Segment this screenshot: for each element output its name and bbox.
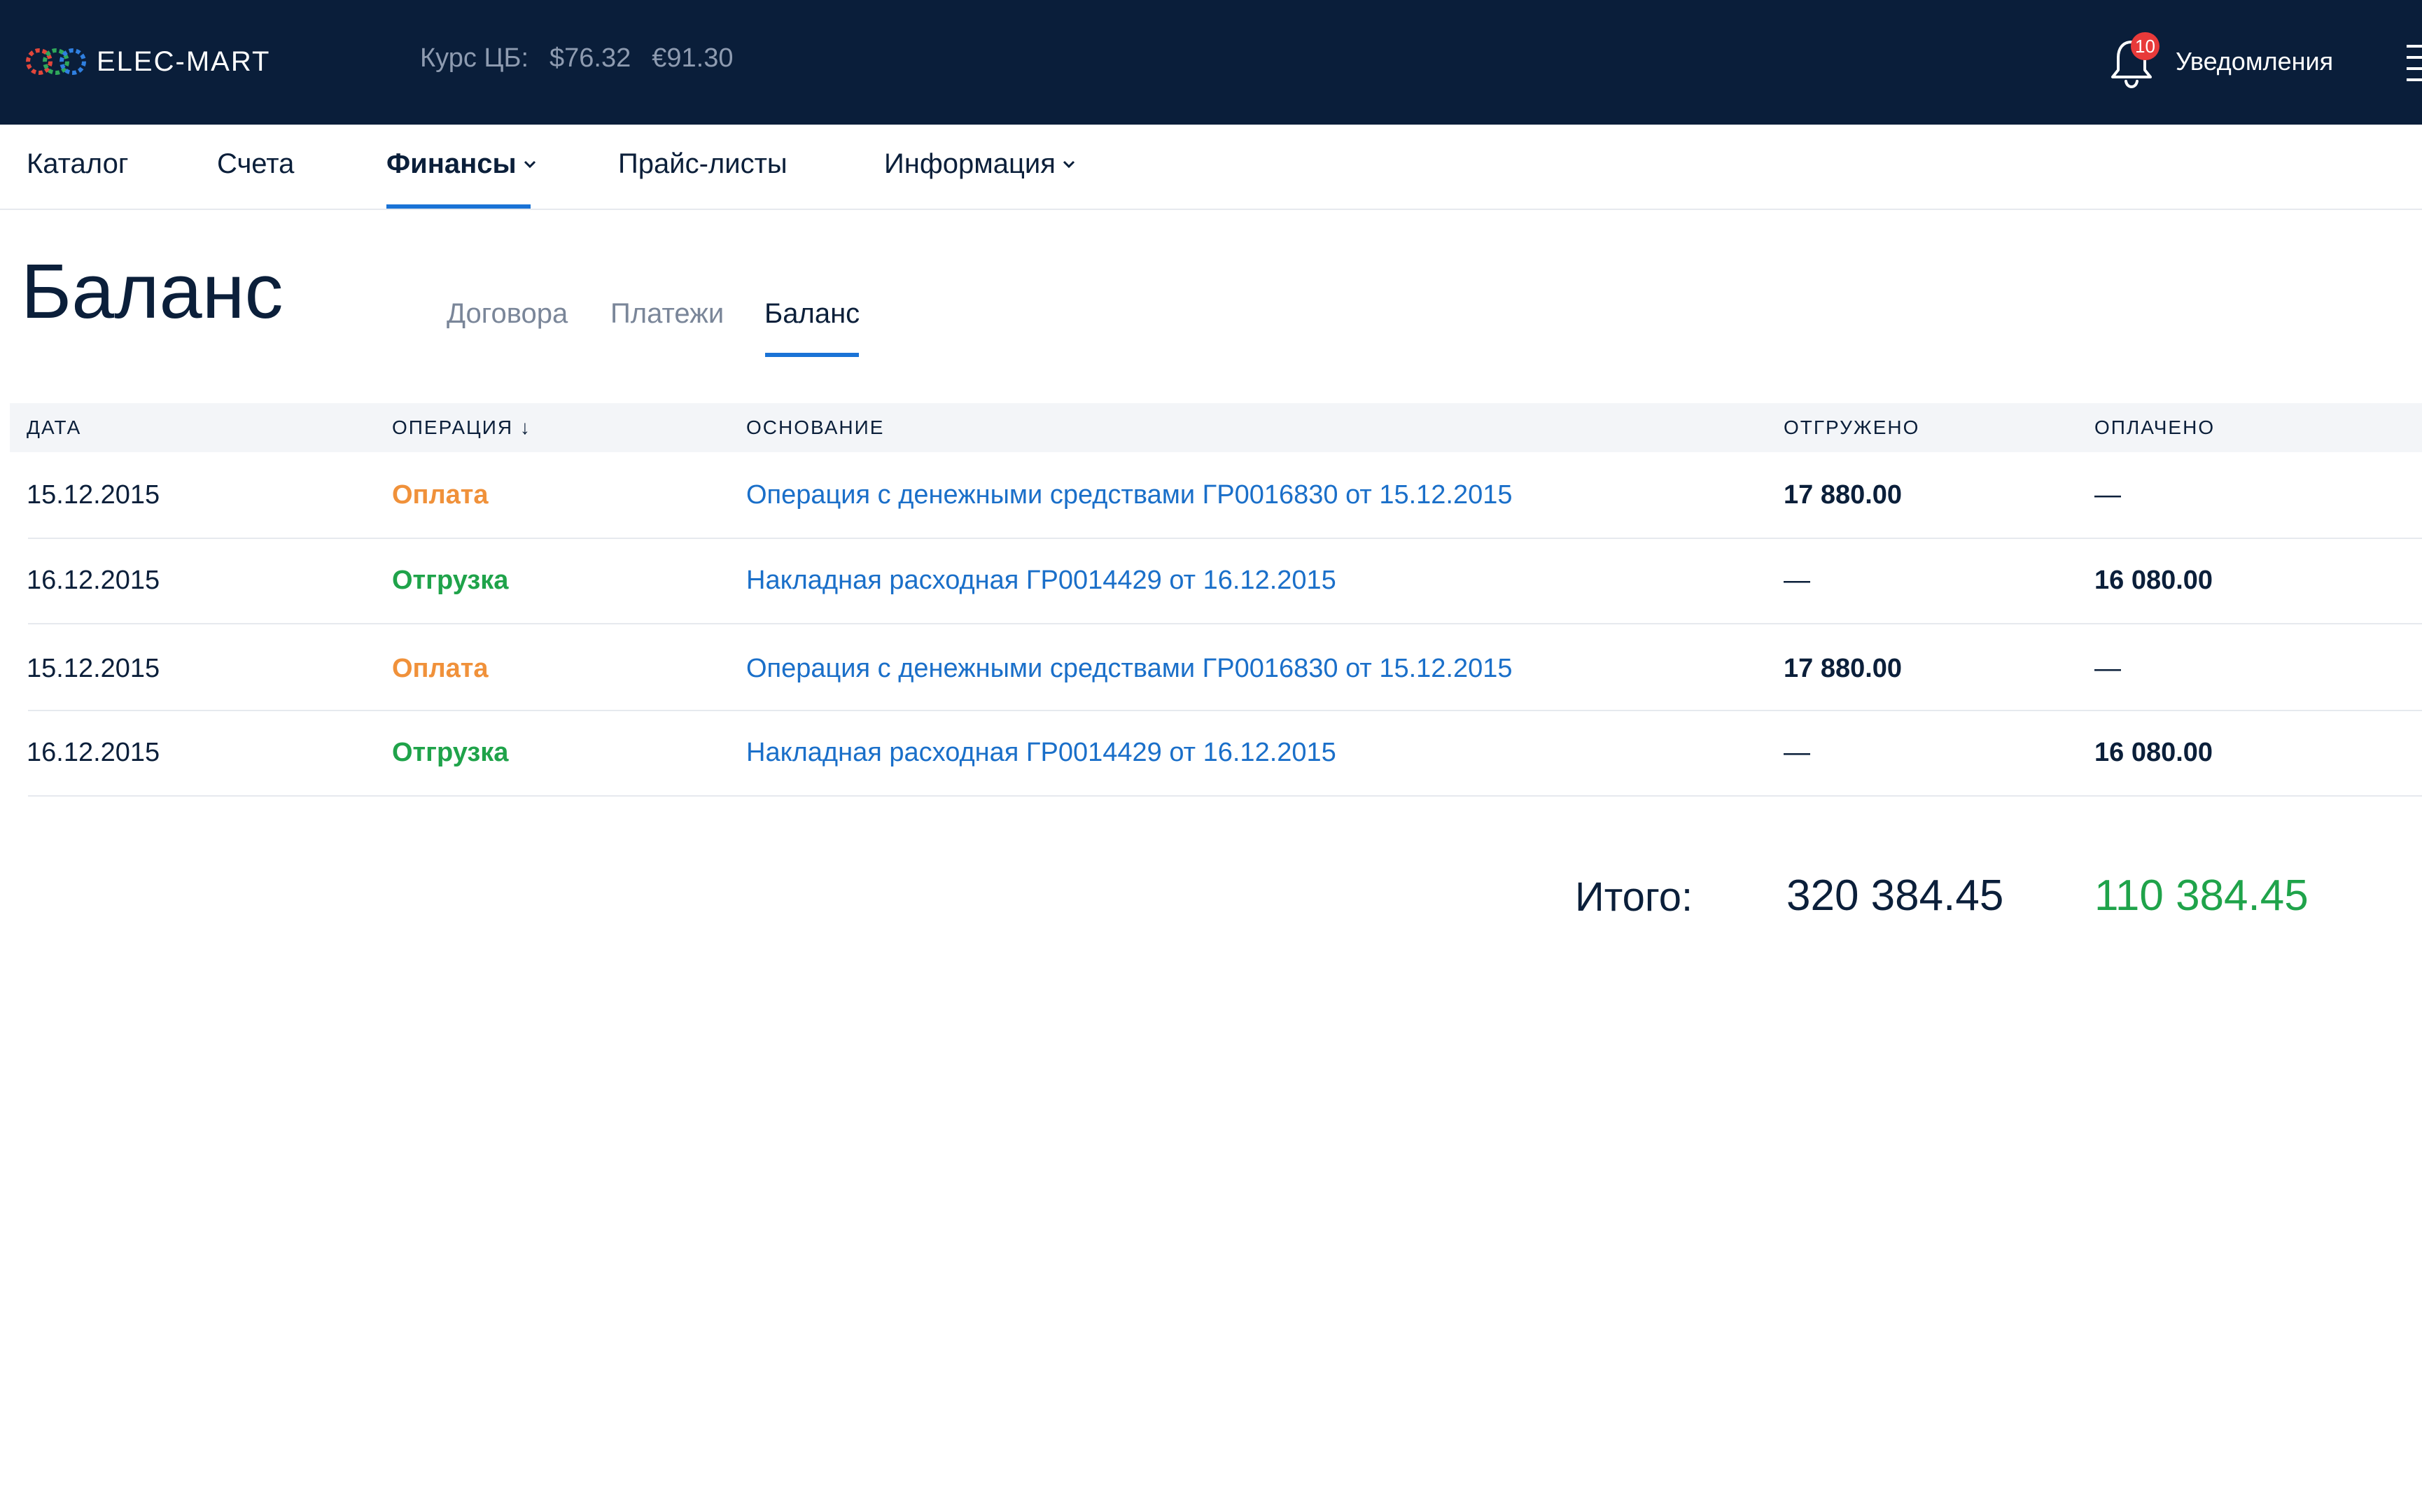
cell-operation: Отгрузка (392, 566, 509, 595)
cell-basis-link[interactable]: Накладная расходная ГР0014429 от 16.12.2… (746, 566, 1336, 596)
notifications-badge: 10 (2131, 32, 2160, 60)
rate-usd: $76.32 (550, 43, 631, 73)
cell-date: 16.12.2015 (27, 566, 160, 595)
notifications-button[interactable]: 10 Уведомления (2107, 32, 2334, 90)
table-header: ДАТА ОПЕРАЦИЯ ↓ ОСНОВАНИЕ ОТГРУЖЕНО ОПЛА… (10, 403, 2422, 452)
table-row: 16.12.2015 Отгрузка Накладная расходная … (27, 539, 2422, 624)
tab-payments[interactable]: Платежи (610, 298, 724, 330)
cell-shipped: — (1784, 566, 1810, 595)
column-header-shipped[interactable]: ОТГРУЖЕНО (1784, 403, 1919, 452)
nav-item-label: Прайс-листы (618, 148, 788, 179)
cell-paid: — (2094, 480, 2121, 510)
cell-basis-link[interactable]: Операция с денежными средствами ГР001683… (746, 480, 1513, 510)
nav-item-finance[interactable]: Финансы (386, 148, 536, 180)
rate-eur: €91.30 (652, 43, 734, 73)
top-header: ELEC-MART Курс ЦБ: $76.32 €91.30 10 Увед… (0, 0, 2422, 125)
bell-wrapper: 10 (2107, 32, 2160, 90)
logo-gears-icon (26, 48, 86, 75)
nav-item-information[interactable]: Информация (884, 148, 1075, 180)
nav-item-label: Информация (884, 148, 1056, 179)
nav-item-label: Счета (217, 148, 295, 179)
total-label: Итого: (1575, 874, 1693, 920)
menu-icon[interactable] (2401, 41, 2422, 83)
notifications-label: Уведомления (2176, 47, 2334, 76)
logo-text: ELEC-MART (97, 46, 271, 77)
nav-item-label: Финансы (386, 148, 517, 179)
rate-label: Курс ЦБ: (420, 43, 529, 73)
cell-basis-link[interactable]: Операция с денежными средствами ГР001683… (746, 654, 1513, 684)
chevron-down-icon (524, 160, 536, 168)
page-title: Баланс (21, 248, 284, 335)
cell-operation: Оплата (392, 480, 489, 510)
nav-item-catalog[interactable]: Каталог (27, 148, 128, 180)
cell-shipped: — (1784, 738, 1810, 767)
nav-item-price-lists[interactable]: Прайс-листы (618, 148, 788, 180)
column-header-operation[interactable]: ОПЕРАЦИЯ ↓ (392, 403, 531, 452)
logo[interactable]: ELEC-MART (24, 42, 270, 81)
chevron-down-icon (1063, 160, 1074, 168)
tab-contracts[interactable]: Договора (447, 298, 568, 330)
nav-item-invoices[interactable]: Счета (217, 148, 294, 180)
column-header-paid[interactable]: ОПЛАЧЕНО (2094, 403, 2215, 452)
main-nav: Каталог Счета Финансы Прайс-листы Информ… (0, 125, 2422, 210)
cell-shipped: 17 880.00 (1784, 654, 1903, 683)
column-header-basis[interactable]: ОСНОВАНИЕ (746, 403, 884, 452)
total-shipped: 320 384.45 (1786, 872, 2004, 920)
cell-paid: 16 080.00 (2094, 566, 2213, 595)
cell-basis-link[interactable]: Накладная расходная ГР0014429 от 16.12.2… (746, 738, 1336, 768)
total-paid: 110 384.45 (2094, 872, 2309, 920)
cell-operation: Оплата (392, 654, 489, 683)
column-header-date[interactable]: ДАТА (27, 403, 81, 452)
nav-item-label: Каталог (27, 148, 129, 179)
nav-active-indicator (386, 204, 531, 209)
table-row: 15.12.2015 Оплата Операция с денежными с… (27, 452, 2422, 539)
cell-date: 16.12.2015 (27, 738, 160, 767)
table-row: 16.12.2015 Отгрузка Накладная расходная … (27, 711, 2422, 797)
cell-paid: — (2094, 654, 2121, 683)
cell-date: 15.12.2015 (27, 654, 160, 683)
table-row: 15.12.2015 Оплата Операция с денежными с… (27, 624, 2422, 711)
exchange-rate: Курс ЦБ: $76.32 €91.30 (420, 43, 733, 74)
cell-date: 15.12.2015 (27, 480, 160, 510)
cell-paid: 16 080.00 (2094, 738, 2213, 767)
cell-operation: Отгрузка (392, 738, 509, 767)
cell-shipped: 17 880.00 (1784, 480, 1903, 510)
tab-balance[interactable]: Баланс (764, 298, 860, 330)
tab-active-indicator (765, 353, 859, 357)
